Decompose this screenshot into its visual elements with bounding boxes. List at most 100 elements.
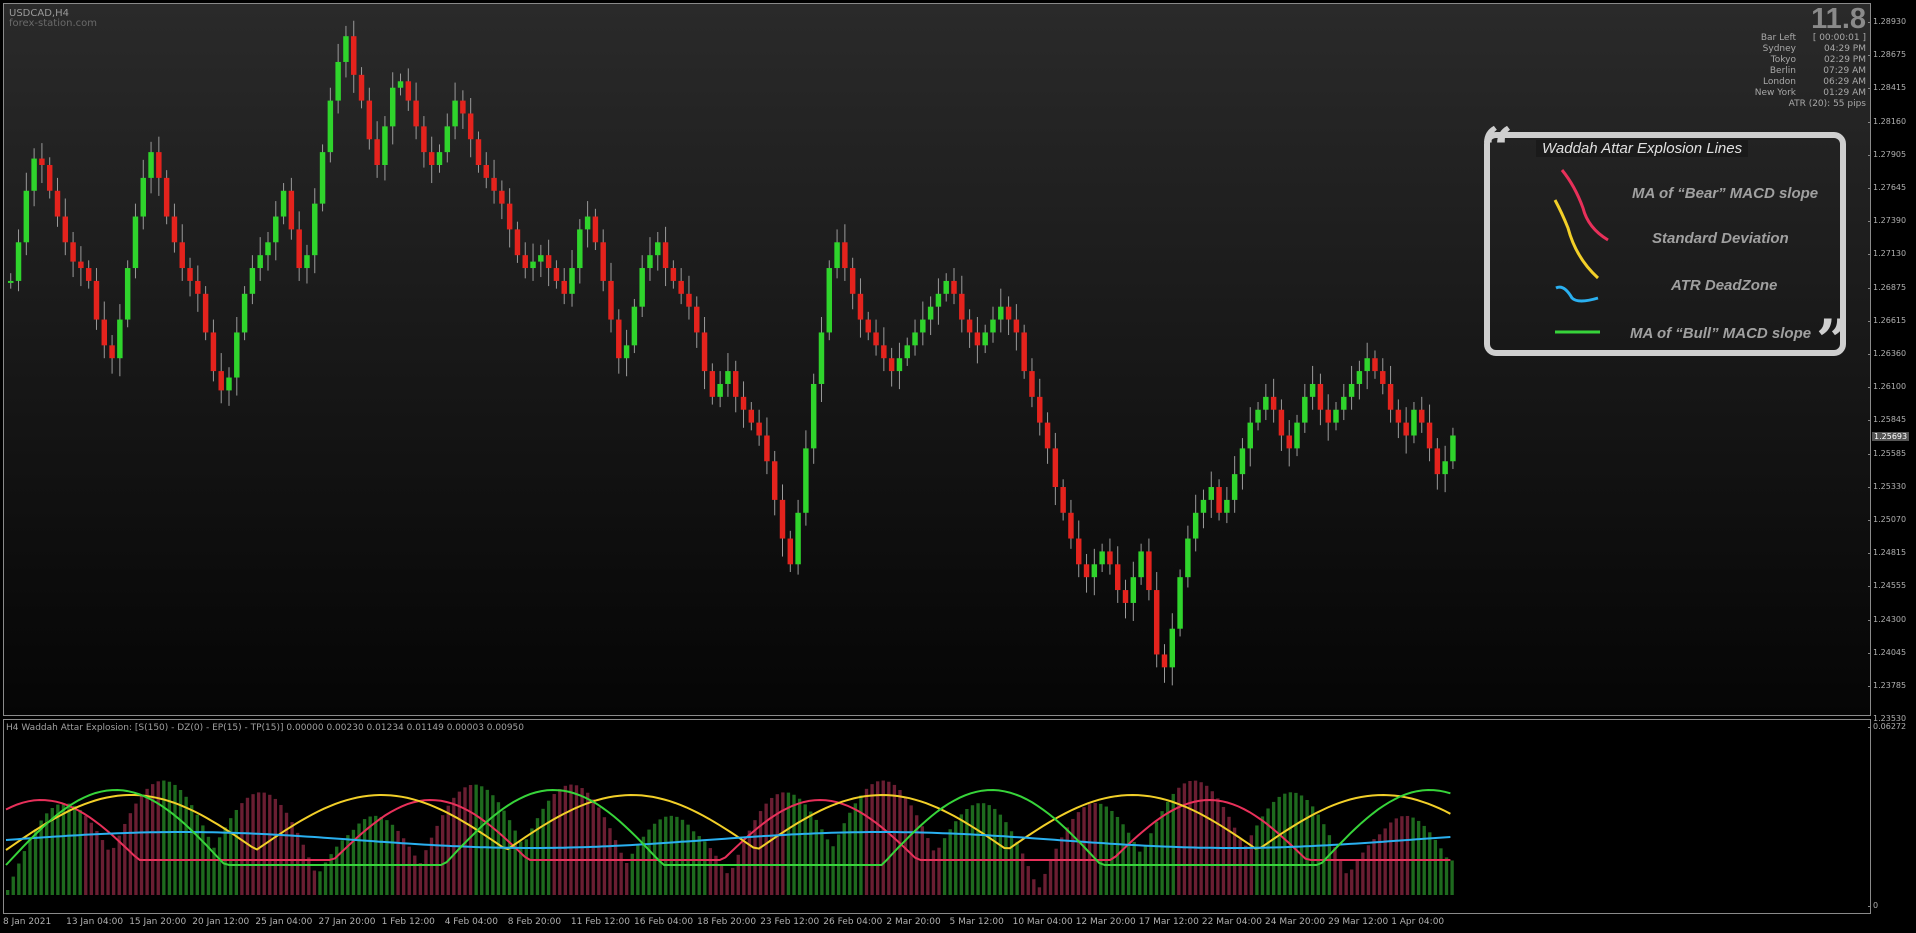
candle-body xyxy=(374,139,380,166)
histogram-bar xyxy=(770,797,774,895)
histogram-bar xyxy=(775,794,779,895)
session-time: [ 00:00:01 ] xyxy=(1812,33,1866,43)
histogram-bar xyxy=(1009,831,1014,895)
indicator-axis[interactable]: 0.06272 0 xyxy=(1867,719,1916,914)
candle-body xyxy=(1153,590,1160,655)
histogram-bar xyxy=(736,854,740,895)
candle-body xyxy=(795,512,801,565)
histogram-bar xyxy=(881,780,885,895)
time-tick-label: 15 Jan 20:00 xyxy=(129,917,187,927)
session-label: Sydney xyxy=(1762,44,1796,54)
histogram-bar xyxy=(731,867,735,895)
histogram-bar xyxy=(100,840,105,895)
histogram-bar xyxy=(1221,806,1226,895)
legend-item-bear: MA of “Bear” MACD slope xyxy=(1632,185,1819,202)
candle-body xyxy=(93,280,100,320)
histogram-bar xyxy=(173,784,177,895)
histogram-bar xyxy=(290,822,294,895)
histogram-bar xyxy=(1205,785,1209,895)
candle-body xyxy=(1317,383,1324,410)
candle-body xyxy=(569,268,575,294)
histogram-bar xyxy=(942,838,947,895)
histogram-bar xyxy=(814,819,818,895)
current-price-label: 1.25693 xyxy=(1872,432,1910,441)
candle-body xyxy=(304,255,310,269)
candle-body xyxy=(1005,306,1012,320)
candle-body xyxy=(273,216,279,243)
histogram-bar xyxy=(1104,806,1108,895)
candle-body xyxy=(1052,448,1059,488)
price-tick-label: 1.28930 xyxy=(1867,17,1907,26)
histogram-bar xyxy=(1099,803,1103,895)
histogram-bar xyxy=(491,795,495,895)
histogram-bar xyxy=(970,805,975,895)
histogram-bar xyxy=(418,863,423,895)
candle-body xyxy=(514,229,521,256)
candle-body xyxy=(249,268,256,294)
histogram-bar xyxy=(502,810,506,895)
time-tick-label: 1 Feb 12:00 xyxy=(381,917,435,927)
candle-body xyxy=(849,268,856,294)
time-tick-label: 29 Mar 12:00 xyxy=(1328,917,1389,927)
histogram-bar xyxy=(820,829,824,895)
histogram-bar xyxy=(117,835,121,895)
candle-body xyxy=(234,332,240,378)
candle-body xyxy=(124,268,131,320)
candle-body xyxy=(1356,371,1363,384)
histogram-bar xyxy=(323,862,328,895)
candle-body xyxy=(1278,409,1285,436)
candle-body xyxy=(1403,422,1409,436)
time-tick-label: 23 Feb 12:00 xyxy=(760,917,820,927)
candle-body xyxy=(1099,551,1105,565)
histogram-bar xyxy=(636,844,640,895)
candle-body xyxy=(1372,358,1378,372)
histogram-bar xyxy=(558,789,562,895)
histogram-bar xyxy=(1082,807,1086,895)
candle-body xyxy=(1146,551,1152,591)
candle-body xyxy=(210,332,217,372)
candle-body xyxy=(218,371,224,391)
histogram-bar xyxy=(145,788,149,895)
indicator-title: H4 Waddah Attar Explosion: [S(150) - DZ(… xyxy=(6,723,525,733)
candle-body xyxy=(327,100,334,153)
session-time: 07:29 AM xyxy=(1823,66,1866,76)
histogram-bar xyxy=(1004,822,1008,895)
indicator-pane[interactable] xyxy=(3,719,1871,914)
histogram-bar xyxy=(764,803,768,895)
candle-body xyxy=(927,306,934,320)
histogram-bar xyxy=(1166,801,1170,895)
histogram-bar xyxy=(569,784,573,895)
session-label: London xyxy=(1763,77,1796,87)
histogram-bar xyxy=(586,792,590,895)
candle-body xyxy=(46,165,53,191)
histogram-bar xyxy=(1232,827,1237,895)
candle-body xyxy=(717,383,723,397)
time-tick-label: 5 Mar 12:00 xyxy=(949,917,1004,927)
candle-body xyxy=(202,293,209,333)
candle-body xyxy=(1387,383,1394,410)
histogram-bar xyxy=(853,803,858,895)
histogram-bar xyxy=(413,855,417,895)
histogram-bar xyxy=(273,798,278,895)
candle-body xyxy=(522,255,528,269)
candle-body xyxy=(389,87,396,127)
price-chart-pane[interactable]: USDCAD,H4 forex-station.com xyxy=(3,3,1871,716)
candle-body xyxy=(951,280,957,294)
histogram-bar xyxy=(513,830,517,895)
session-label: New York xyxy=(1754,88,1796,98)
candle-body xyxy=(592,216,599,243)
time-tick-label: 17 Mar 12:00 xyxy=(1138,917,1199,927)
histogram-bar xyxy=(1433,839,1438,895)
histogram-bar xyxy=(1389,822,1393,895)
session-label: Tokyo xyxy=(1770,55,1796,65)
time-tick-label: 8 Jan 2021 xyxy=(3,917,52,927)
candle-body xyxy=(1044,422,1051,449)
price-axis[interactable]: 1.28930 1.28675 1.28415 1.28160 1.27905 1.276… xyxy=(1867,3,1916,723)
histogram-bar xyxy=(848,812,852,895)
histogram-bar xyxy=(993,808,997,895)
candle-body xyxy=(1419,409,1425,423)
time-tick-label: 8 Feb 20:00 xyxy=(507,917,562,927)
candle-body xyxy=(475,139,482,166)
watermark-text: forex-station.com xyxy=(9,18,97,29)
histogram-bar xyxy=(1277,796,1281,895)
